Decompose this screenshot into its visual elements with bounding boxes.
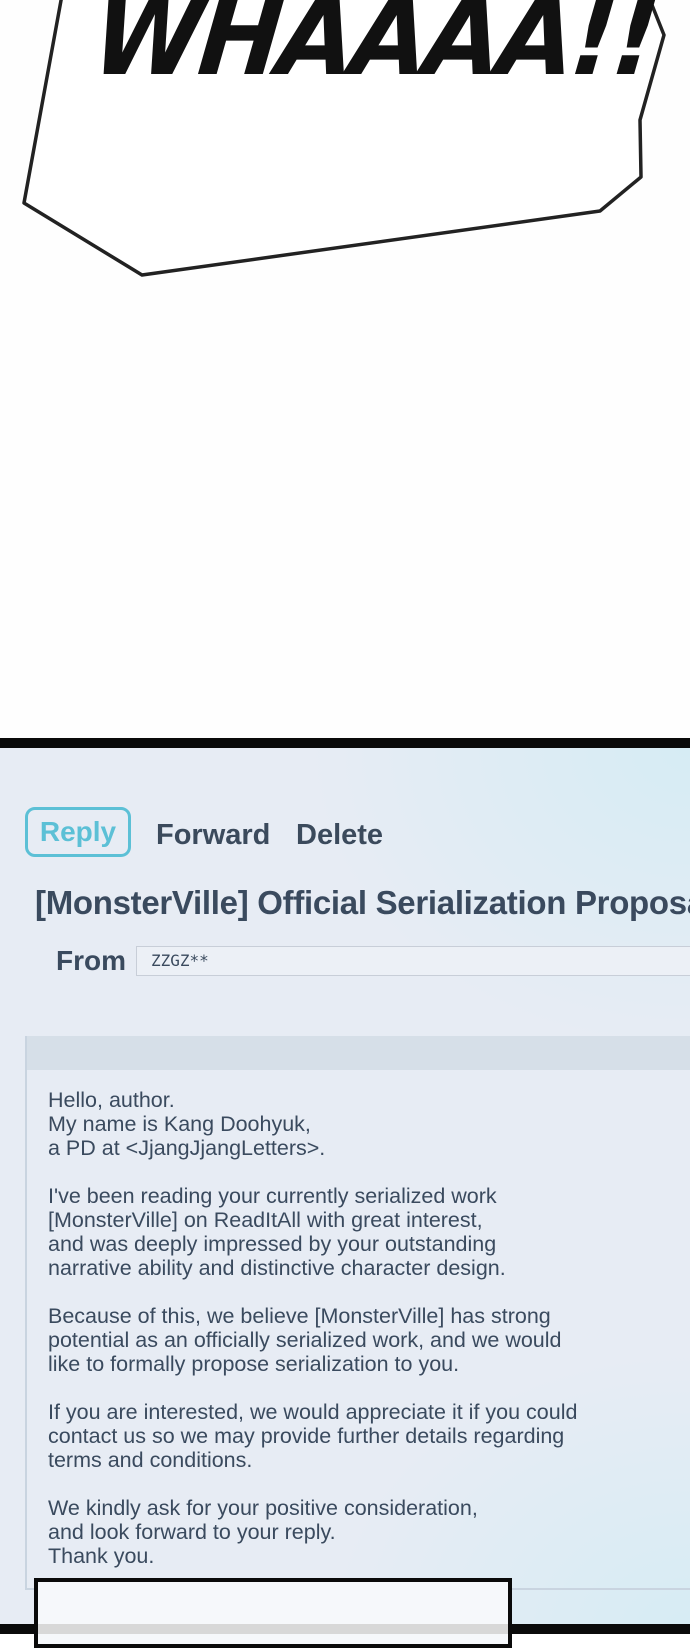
body-line: My name is Kang Doohyuk, <box>48 1112 311 1136</box>
from-label: From <box>56 945 126 976</box>
panel-divider <box>0 738 690 748</box>
body-line: I've been reading your currently seriali… <box>48 1184 497 1208</box>
body-line: Because of this, we believe [MonsterVill… <box>48 1304 551 1328</box>
body-line: and look forward to your reply. <box>48 1520 336 1544</box>
from-field: ZZGZ** <box>136 946 690 976</box>
body-line: Thank you. <box>48 1544 155 1568</box>
forward-button[interactable]: Forward <box>156 815 270 855</box>
bottom-border-inner <box>38 1624 508 1634</box>
delete-button[interactable]: Delete <box>296 815 383 855</box>
overlay-panel <box>34 1578 512 1648</box>
body-line: narrative ability and distinctive charac… <box>48 1256 506 1280</box>
email-body: Hello, author. My name is Kang Doohyuk, … <box>48 1088 668 1592</box>
reply-button[interactable]: Reply <box>25 807 131 857</box>
body-line: and was deeply impressed by your outstan… <box>48 1232 497 1256</box>
body-line: If you are interested, we would apprecia… <box>48 1400 578 1424</box>
email-subject: [MonsterVille] Official Serialization Pr… <box>35 884 690 921</box>
body-line: [MonsterVille] on ReadItAll with great i… <box>48 1208 483 1232</box>
body-line: Hello, author. <box>48 1088 175 1112</box>
body-line: potential as an officially serialized wo… <box>48 1328 562 1352</box>
body-line: like to formally propose serialization t… <box>48 1352 460 1376</box>
body-paragraph: Hello, author. My name is Kang Doohyuk, … <box>48 1088 668 1160</box>
body-paragraph: We kindly ask for your positive consider… <box>48 1496 668 1568</box>
body-line: We kindly ask for your positive consider… <box>48 1496 478 1520</box>
body-line: terms and conditions. <box>48 1448 253 1472</box>
body-paragraph: I've been reading your currently seriali… <box>48 1184 668 1280</box>
body-line: contact us so we may provide further det… <box>48 1424 565 1448</box>
body-paragraph: If you are interested, we would apprecia… <box>48 1400 668 1472</box>
body-paragraph: Because of this, we believe [MonsterVill… <box>48 1304 668 1376</box>
shout-text: WHAAAA!! <box>87 0 662 100</box>
email-body-header <box>27 1036 690 1070</box>
body-line: a PD at <JjangJjangLetters>. <box>48 1136 326 1160</box>
